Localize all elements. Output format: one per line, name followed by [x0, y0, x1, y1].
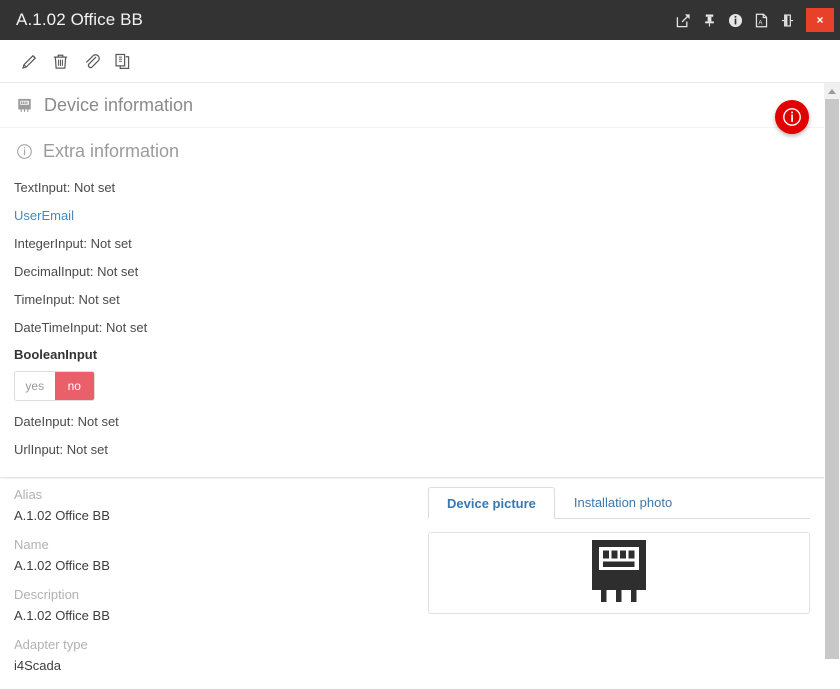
device-picture-box[interactable]	[428, 532, 810, 614]
description-label: Description	[14, 588, 420, 609]
dock-icon[interactable]	[774, 0, 800, 40]
device-information-header: Device information	[0, 83, 826, 128]
description-value: A.1.02 Office BB	[14, 609, 420, 638]
window-title: A.1.02 Office BB	[0, 10, 143, 30]
extra-field-booleaninput-label: BooleanInput	[14, 341, 840, 367]
extra-field-integerinput: IntegerInput: Not set	[14, 229, 840, 257]
extra-field-dateinput: DateInput: Not set	[14, 407, 840, 435]
device-info-scroll-pane: Device information Extra information Tex…	[0, 83, 840, 478]
name-value: A.1.02 Office BB	[14, 559, 420, 588]
extra-information-fields: TextInput: Not set UserEmail IntegerInpu…	[0, 173, 840, 463]
device-details-section: Alias A.1.02 Office BB Name A.1.02 Offic…	[0, 479, 824, 689]
extra-information-header: Extra information	[0, 129, 840, 173]
extra-information-title: Extra information	[43, 141, 179, 162]
action-toolbar	[0, 40, 840, 83]
pin-icon[interactable]	[696, 0, 722, 40]
close-button[interactable]: ×	[806, 8, 834, 32]
scrollbar-thumb[interactable]	[825, 99, 839, 659]
booleaninput-toggle[interactable]: yes no	[14, 371, 95, 401]
vertical-scrollbar[interactable]	[824, 83, 840, 689]
alias-value: A.1.02 Office BB	[14, 509, 420, 538]
tab-device-picture[interactable]: Device picture	[428, 487, 555, 519]
edit-icon[interactable]	[14, 46, 45, 76]
attach-icon[interactable]	[76, 46, 107, 76]
adapter-type-value: i4Scada	[14, 659, 420, 688]
alias-label: Alias	[14, 488, 420, 509]
info-icon[interactable]	[722, 0, 748, 40]
tab-installation-photo[interactable]: Installation photo	[555, 486, 691, 518]
info-circle-icon	[14, 141, 34, 161]
pdf-icon[interactable]: A	[748, 0, 774, 40]
extra-field-decimalinput: DecimalInput: Not set	[14, 257, 840, 285]
window-actions: A ×	[670, 0, 840, 40]
delete-icon[interactable]	[45, 46, 76, 76]
booleaninput-option-no[interactable]: no	[55, 372, 95, 400]
svg-text:A: A	[758, 19, 763, 26]
extra-field-textinput: TextInput: Not set	[14, 173, 840, 201]
duplicate-icon[interactable]	[107, 46, 138, 76]
window-title-bar: A.1.02 Office BB	[0, 0, 840, 40]
extra-field-useremail[interactable]: UserEmail	[14, 201, 840, 229]
device-information-title: Device information	[44, 95, 193, 116]
close-icon: ×	[816, 14, 823, 26]
extra-field-timeinput: TimeInput: Not set	[14, 285, 840, 313]
popout-icon[interactable]	[670, 0, 696, 40]
chip-icon	[14, 95, 34, 115]
scrollbar-track[interactable]	[824, 99, 840, 689]
picture-panel: Device picture Installation photo	[420, 479, 824, 689]
info-fab[interactable]	[775, 100, 809, 134]
extra-field-urlinput: UrlInput: Not set	[14, 435, 840, 463]
picture-tabs: Device picture Installation photo	[428, 487, 810, 519]
scroll-up-button[interactable]	[824, 83, 840, 99]
device-details-fields: Alias A.1.02 Office BB Name A.1.02 Offic…	[0, 479, 420, 689]
device-chip-image	[588, 538, 650, 609]
chevron-up-icon	[828, 89, 836, 94]
device-detail-window: A.1.02 Office BB	[0, 0, 840, 689]
name-label: Name	[14, 538, 420, 559]
extra-field-datetimeinput: DateTimeInput: Not set	[14, 313, 840, 341]
booleaninput-option-yes[interactable]: yes	[15, 372, 55, 400]
adapter-type-label: Adapter type	[14, 638, 420, 659]
